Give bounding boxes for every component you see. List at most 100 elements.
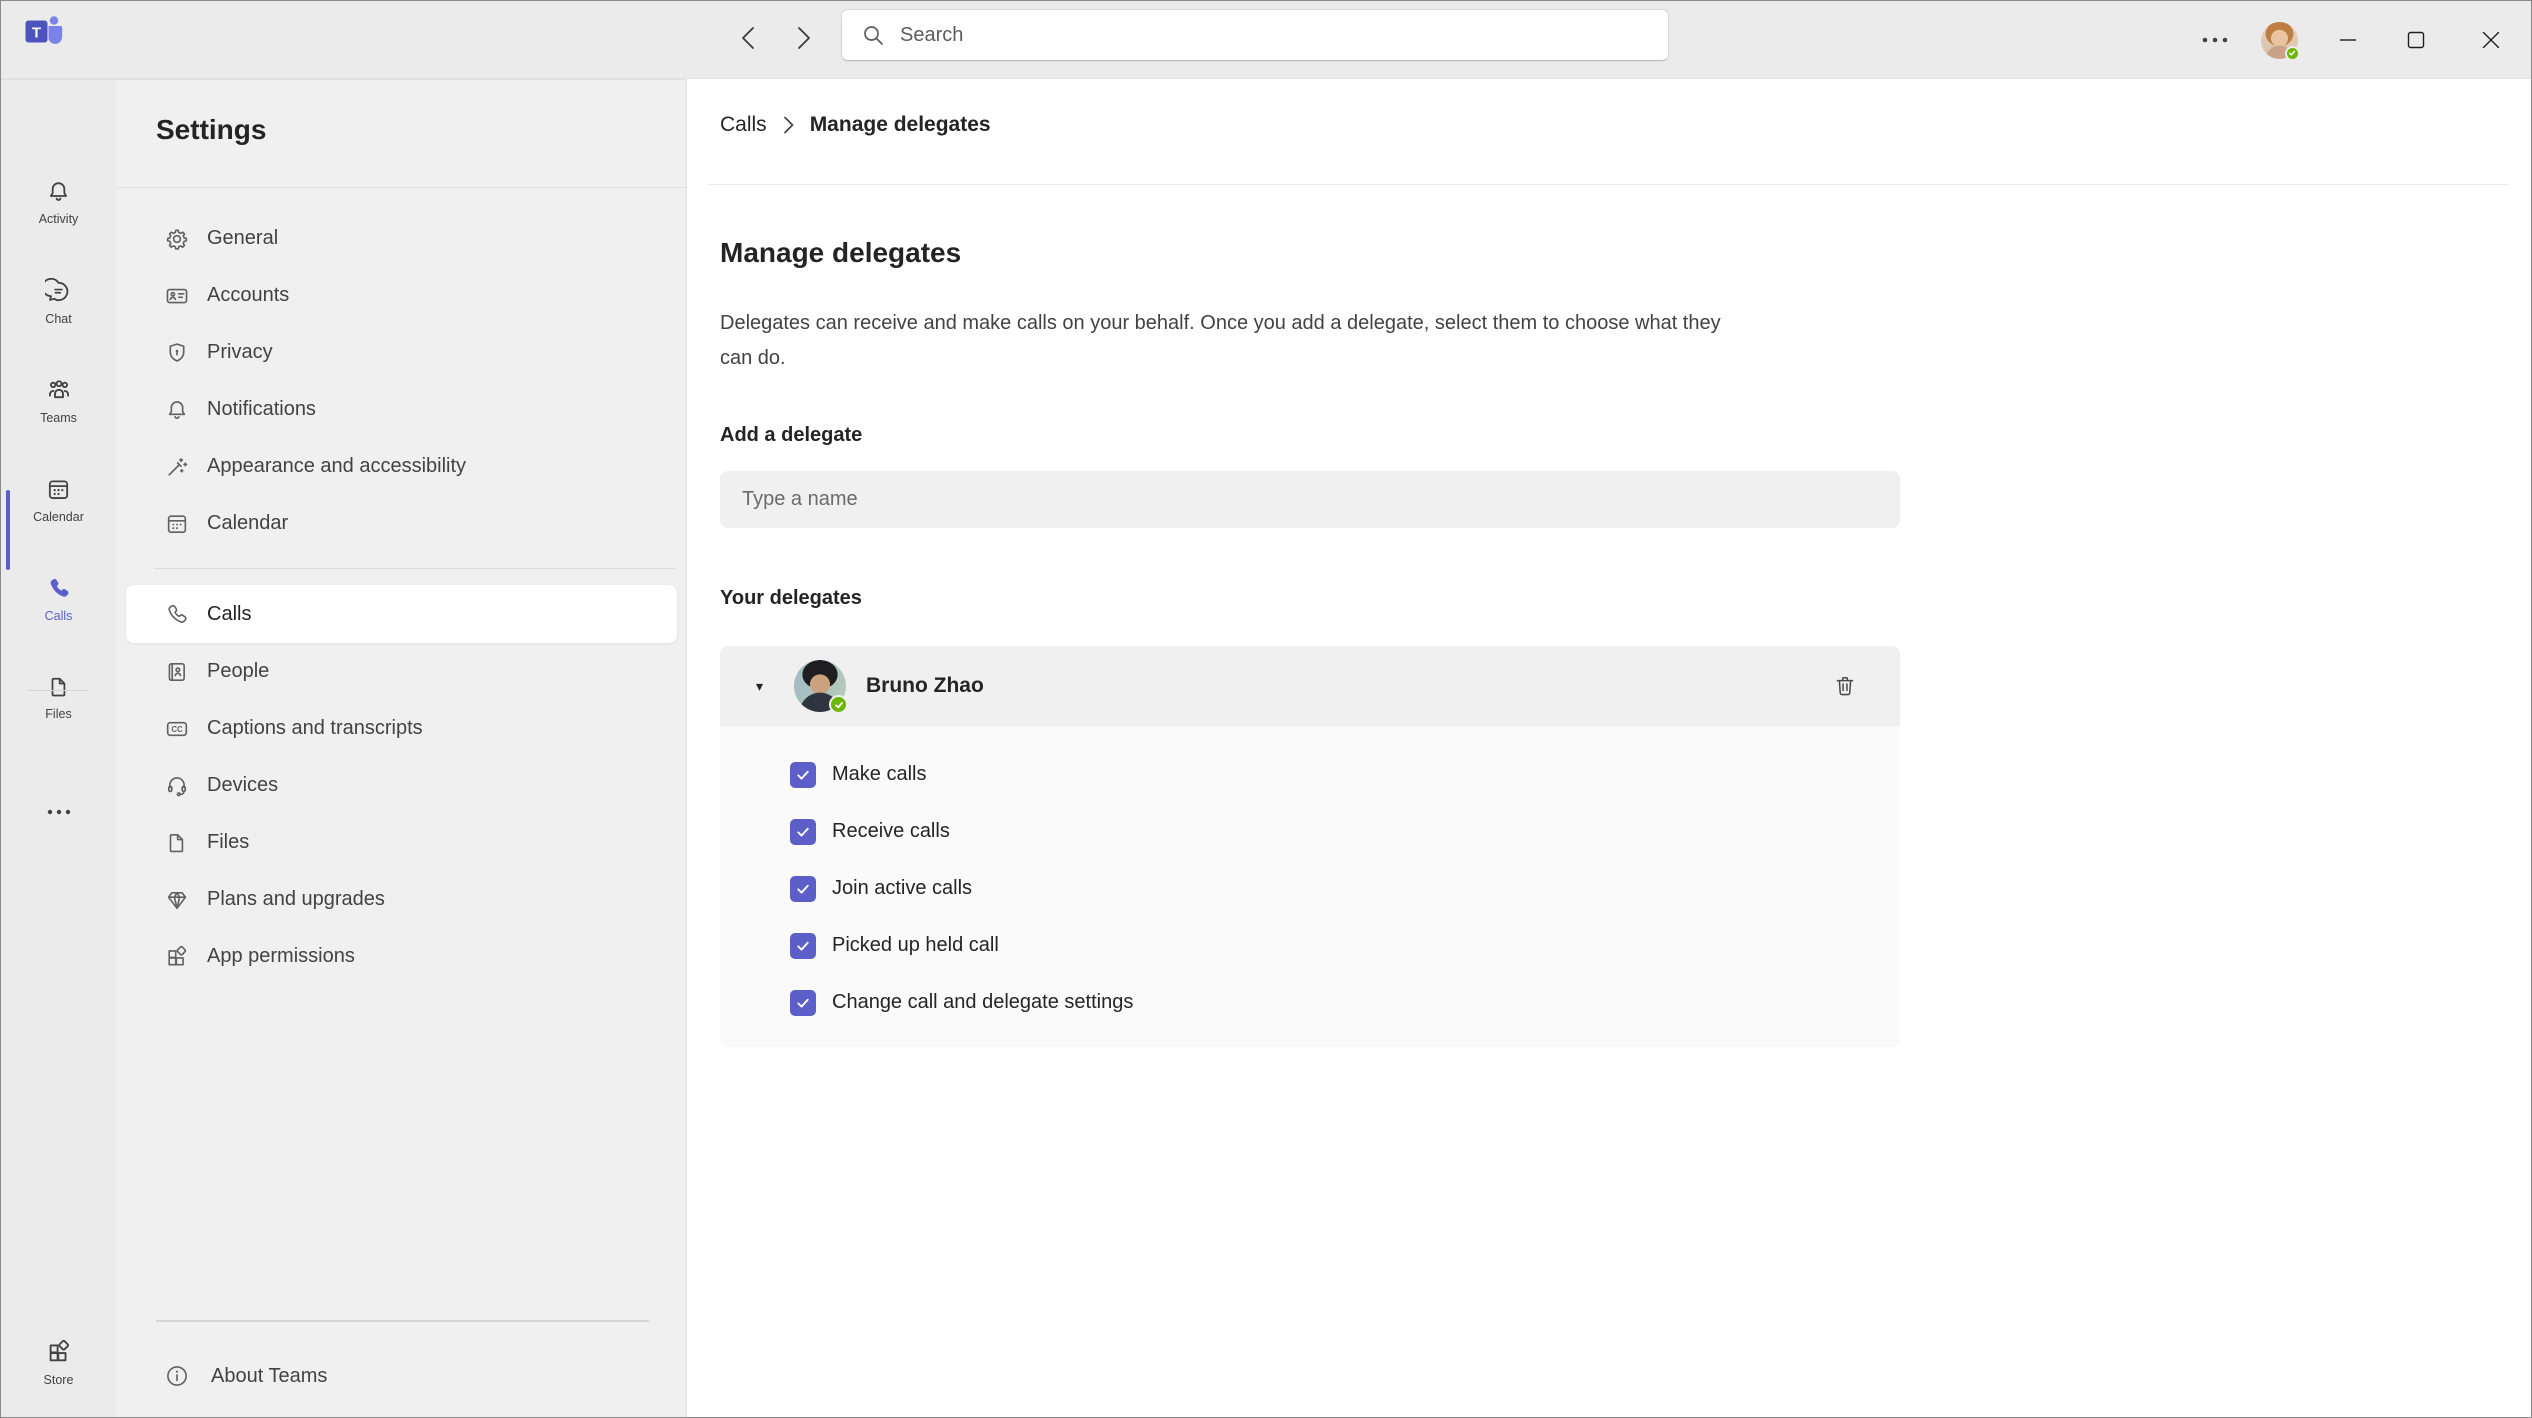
permission-row: Receive calls [790, 803, 1900, 860]
permission-row: Make calls [790, 746, 1900, 803]
settings-item-appearance[interactable]: Appearance and accessibility [126, 438, 677, 495]
permission-label[interactable]: Picked up held call [832, 934, 999, 957]
settings-item-label: Calendar [207, 512, 289, 534]
rail-item-calls[interactable]: Calls [1, 574, 116, 623]
rail-item-teams[interactable]: Teams [1, 376, 116, 425]
rail-item-activity[interactable]: Activity [1, 178, 116, 226]
about-teams-button[interactable]: About Teams [164, 1363, 327, 1389]
delete-delegate-button[interactable] [1828, 669, 1862, 703]
presence-available-badge [829, 695, 848, 714]
delegate-row[interactable]: ▾ Bruno Zhao [720, 646, 1900, 726]
settings-item-label: General [207, 227, 279, 249]
checkbox-receive-calls[interactable] [790, 818, 816, 845]
collapse-caret-icon[interactable]: ▾ [756, 678, 772, 695]
phone-icon [168, 604, 187, 623]
rail-item-store[interactable]: Store [1, 1338, 116, 1387]
breadcrumb: Calls Manage delegates [720, 113, 991, 137]
settings-item-label: Privacy [207, 341, 273, 363]
delegate-avatar [794, 660, 848, 714]
settings-item-label: People [207, 660, 270, 682]
presence-available-badge [2284, 45, 2300, 61]
permission-label[interactable]: Receive calls [832, 820, 950, 843]
account-avatar-button[interactable] [2243, 1, 2315, 79]
settings-item-people[interactable]: People [126, 643, 677, 700]
delegate-card: ▾ Bruno Zhao Make calls Receive calls Jo… [720, 646, 1900, 1047]
chevron-right-icon [798, 27, 810, 49]
rail-item-label: Store [43, 1373, 74, 1387]
settings-item-captions[interactable]: CC Captions and transcripts [126, 700, 677, 757]
rail-item-label: Calendar [33, 510, 84, 524]
checkbox-make-calls[interactable] [790, 761, 816, 788]
add-delegate-label: Add a delegate [720, 424, 863, 446]
permission-label[interactable]: Make calls [832, 763, 926, 786]
permission-row: Picked up held call [790, 917, 1900, 974]
headset-icon [167, 776, 187, 796]
ellipsis-icon [47, 809, 70, 815]
forward-button[interactable] [787, 21, 821, 55]
rail-item-files[interactable]: Files [1, 674, 116, 721]
maximize-button[interactable] [2381, 1, 2451, 79]
permission-row: Change call and delegate settings [790, 974, 1900, 1031]
rail-divider [27, 690, 89, 691]
search-box[interactable] [841, 9, 1669, 61]
svg-text:T: T [32, 25, 41, 42]
settings-item-label: Captions and transcripts [207, 717, 423, 739]
permission-label[interactable]: Change call and delegate settings [832, 991, 1133, 1014]
breadcrumb-calls-link[interactable]: Calls [720, 113, 767, 137]
titlebar-controls [2187, 1, 2531, 79]
page-description: Delegates can receive and make calls on … [720, 312, 1721, 369]
settings-nav: General Accounts Privacy Notifications A… [126, 210, 677, 985]
rail-item-chat[interactable]: Chat [1, 278, 116, 326]
search-icon [864, 26, 883, 45]
back-button[interactable] [731, 21, 765, 55]
search-input[interactable] [898, 10, 1668, 60]
settings-item-calls[interactable]: Calls [126, 585, 677, 643]
id-card-icon [166, 288, 188, 303]
gear-icon [166, 229, 188, 250]
checkbox-change-settings[interactable] [790, 989, 816, 1016]
shield-lock-icon [169, 342, 185, 362]
settings-item-app-permissions[interactable]: App permissions [126, 928, 677, 985]
phone-icon [50, 578, 68, 597]
calendar-icon [167, 514, 187, 533]
settings-item-files[interactable]: Files [126, 814, 677, 871]
avatar [2260, 21, 2300, 61]
settings-item-general[interactable]: General [126, 210, 677, 267]
permission-label[interactable]: Join active calls [832, 877, 972, 900]
rail-item-calendar[interactable]: Calendar [1, 476, 116, 524]
checkbox-picked-up-held-call[interactable] [790, 932, 816, 959]
settings-item-label: Devices [207, 774, 279, 796]
people-group-icon [48, 380, 69, 399]
rail-item-label: Calls [44, 609, 73, 623]
sidebar-divider [156, 1320, 649, 1322]
ellipsis-icon [2202, 37, 2228, 43]
settings-item-devices[interactable]: Devices [126, 757, 677, 814]
settings-item-notifications[interactable]: Notifications [126, 381, 677, 438]
rail-item-label: Chat [45, 312, 72, 326]
teams-logo-icon: T [23, 12, 65, 50]
bell-icon [168, 400, 186, 419]
delegate-permissions: Make calls Receive calls Join active cal… [720, 726, 1900, 1047]
more-options-button[interactable] [2187, 1, 2243, 79]
content-divider [708, 184, 2509, 185]
minimize-button[interactable] [2315, 1, 2381, 79]
maximize-icon [2407, 31, 2425, 49]
closed-captions-icon: CC [166, 721, 188, 736]
app-rail: Activity Chat Teams Calendar Calls Files [1, 79, 116, 1417]
permission-row: Join active calls [790, 860, 1900, 917]
settings-item-privacy[interactable]: Privacy [126, 324, 677, 381]
checkbox-join-active-calls[interactable] [790, 875, 816, 902]
settings-item-accounts[interactable]: Accounts [126, 267, 677, 324]
store-icon [49, 1339, 69, 1362]
settings-item-label: Notifications [207, 398, 316, 420]
settings-item-plans[interactable]: Plans and upgrades [126, 871, 677, 928]
settings-item-calendar[interactable]: Calendar [126, 495, 677, 552]
close-button[interactable] [2451, 1, 2531, 79]
trash-icon [1836, 677, 1854, 696]
settings-title: Settings [156, 114, 267, 145]
bell-icon [49, 182, 68, 201]
rail-more-apps-button[interactable] [1, 808, 116, 816]
add-delegate-input[interactable] [720, 471, 1900, 528]
settings-item-label: App permissions [207, 945, 355, 967]
rail-item-label: Files [45, 707, 72, 721]
